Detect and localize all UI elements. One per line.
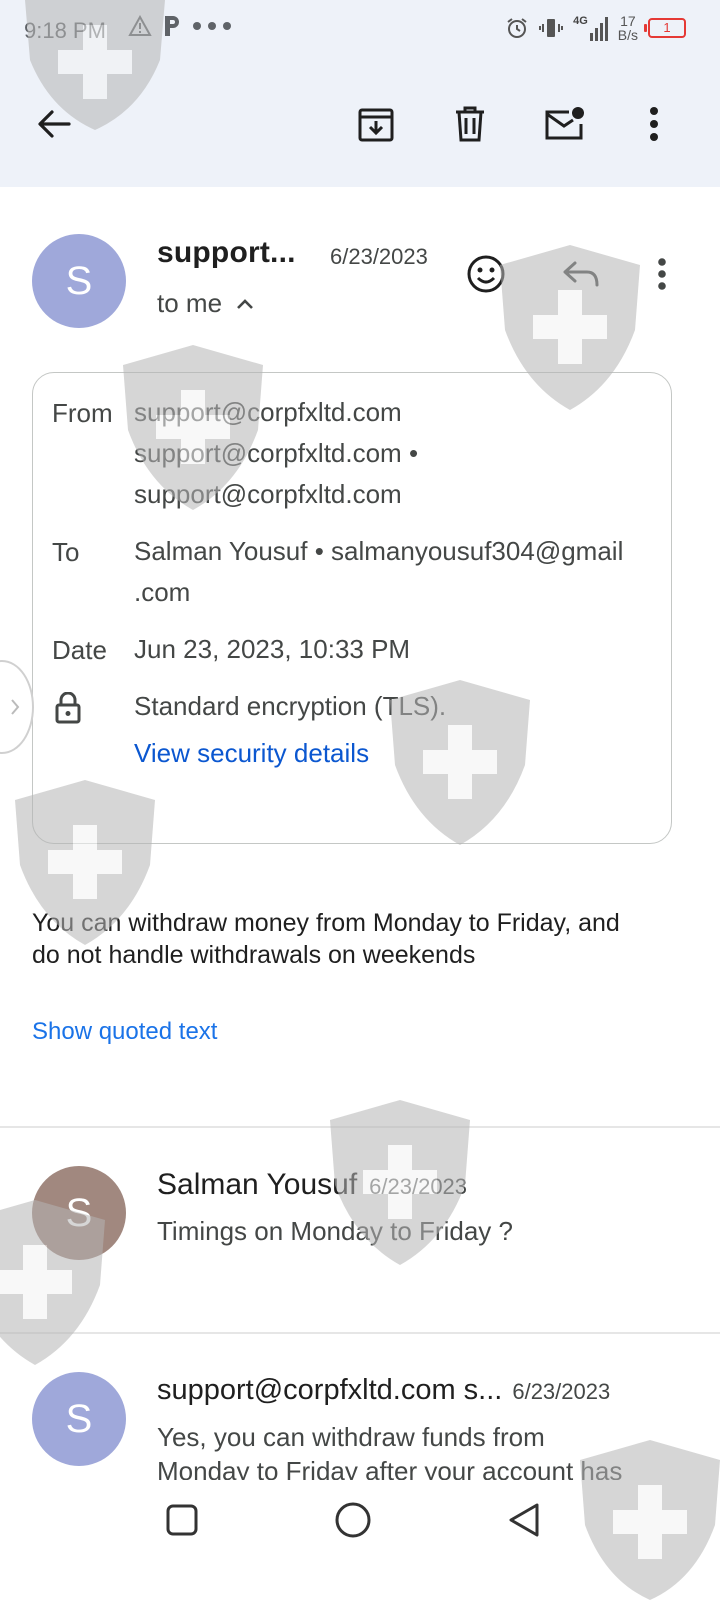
to-value: Salman Yousuf • salmanyousuf304@gmail .c…	[134, 531, 623, 613]
thread-avatar: S	[32, 1166, 126, 1260]
network-speed: 17 B/s	[618, 14, 638, 42]
lock-icon	[55, 691, 81, 724]
back-button[interactable]	[26, 96, 82, 152]
chevron-up-icon	[237, 298, 253, 309]
message-more-button[interactable]	[634, 246, 690, 302]
back-nav-button[interactable]	[496, 1492, 552, 1548]
network-speed-unit: B/s	[617, 27, 638, 43]
thread-sender-name: support@corpfxltd.com s...	[157, 1374, 503, 1406]
reply-button[interactable]	[552, 246, 608, 302]
reply-icon	[563, 261, 599, 287]
network-type-label: 4G	[573, 15, 588, 27]
parking-app-icon	[165, 16, 179, 36]
thread-sender-name: Salman Yousuf	[157, 1168, 358, 1201]
from-line: support@corpfxltd.com	[134, 479, 402, 509]
signal-indicator: 4G	[573, 15, 608, 41]
to-label: To	[52, 537, 80, 567]
sender-name: support...	[157, 236, 296, 269]
delete-icon	[456, 106, 484, 142]
thread-snippet: Timings on Monday to Friday ?	[157, 1216, 513, 1246]
message-date: 6/23/2023	[330, 244, 428, 269]
view-security-details-link[interactable]: View security details	[134, 738, 369, 769]
thread-avatar: S	[32, 1372, 126, 1466]
sender-avatar[interactable]: S	[32, 234, 126, 328]
date-label: Date	[52, 635, 107, 665]
thread-header: Salman Yousuf 6/23/2023	[157, 1168, 467, 1202]
message-body: You can withdraw money from Monday to Fr…	[32, 907, 620, 971]
more-vert-icon	[658, 258, 666, 290]
from-value: support@corpfxltd.com support@corpfxltd.…	[134, 392, 418, 515]
thread-snippet: Yes, you can withdraw funds from Monday …	[157, 1420, 622, 1480]
archive-button[interactable]	[348, 96, 404, 152]
recent-apps-button[interactable]	[154, 1492, 210, 1548]
thread-message-item[interactable]: S Salman Yousuf 6/23/2023 Timings on Mon…	[0, 1128, 720, 1330]
body-line: do not handle withdrawals on weekends	[32, 941, 476, 969]
show-quoted-text-link[interactable]: Show quoted text	[32, 1018, 217, 1046]
square-icon	[166, 1504, 198, 1536]
from-label: From	[52, 398, 113, 428]
to-line: Salman Yousuf • salmanyousuf304@gmail	[134, 536, 624, 566]
thread-message-item[interactable]: S support@corpfxltd.com s... 6/23/2023 Y…	[0, 1334, 720, 1480]
from-line: support@corpfxltd.com •	[134, 438, 419, 468]
thread-date: 6/23/2023	[512, 1379, 611, 1404]
alarm-icon	[507, 18, 527, 38]
thread-header: support@corpfxltd.com s... 6/23/2023	[157, 1374, 610, 1407]
thread-snippet-line: Yes, you can withdraw funds from	[157, 1422, 545, 1452]
system-navigation-bar	[0, 1480, 720, 1600]
vibrate-icon	[539, 19, 564, 37]
mark-unread-button[interactable]	[536, 96, 592, 152]
status-left-icons	[128, 14, 232, 38]
thread-snippet-line: Monday to Friday after your account has	[157, 1456, 623, 1480]
more-notifications-icon	[193, 22, 231, 30]
status-time: 9:18 PM	[24, 18, 106, 43]
recipient-toggle[interactable]: to me	[157, 288, 254, 319]
from-line: support@corpfxltd.com	[134, 397, 402, 427]
lock-icon-wrap	[55, 691, 81, 729]
body-line: You can withdraw money from Monday to Fr…	[32, 909, 620, 937]
more-options-button[interactable]	[626, 96, 682, 152]
warning-icon	[128, 15, 152, 36]
status-right-icons: 4G 17 B/s 1	[505, 14, 686, 42]
add-reaction-button[interactable]	[458, 246, 514, 302]
network-speed-value: 17	[620, 13, 636, 29]
back-arrow-icon	[38, 110, 71, 138]
encryption-text: Standard encryption (TLS).	[134, 691, 447, 721]
more-vert-icon	[650, 107, 658, 141]
thread-date: 6/23/2023	[369, 1174, 468, 1199]
battery-indicator: 1	[644, 18, 686, 38]
to-me-label: to me	[157, 288, 223, 318]
chevron-right-icon	[11, 699, 20, 715]
triangle-back-icon	[509, 1503, 539, 1537]
archive-icon	[358, 108, 394, 142]
delete-button[interactable]	[442, 96, 498, 152]
circle-icon	[335, 1502, 371, 1538]
to-line: .com	[134, 577, 191, 607]
home-button[interactable]	[325, 1492, 381, 1548]
edge-panel-handle[interactable]	[0, 660, 34, 754]
date-value: Jun 23, 2023, 10:33 PM	[134, 634, 411, 664]
mark-unread-icon	[545, 107, 584, 140]
emoji-icon	[467, 255, 505, 293]
